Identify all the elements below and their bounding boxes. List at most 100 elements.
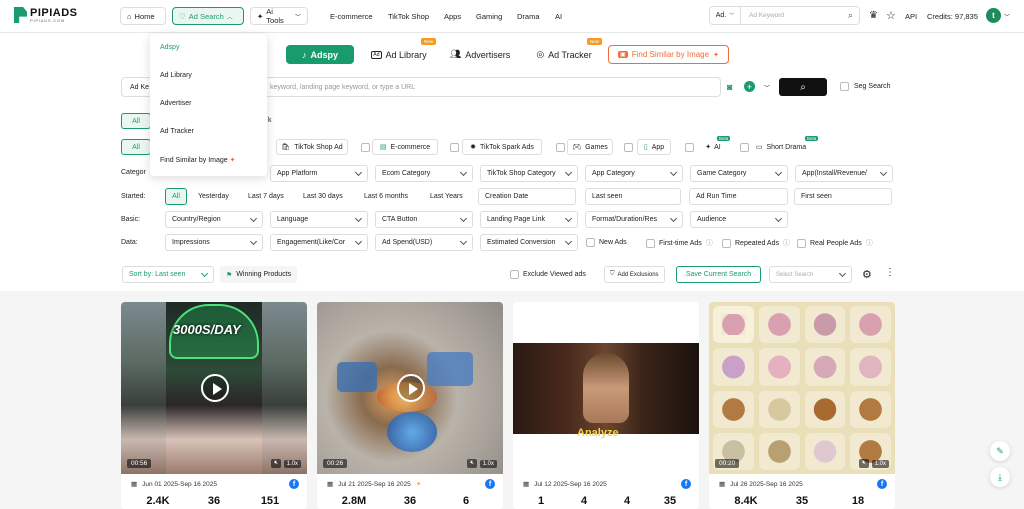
home-button[interactable]: ⌂ Home (120, 7, 166, 25)
app-category-select[interactable]: App Category (585, 165, 683, 182)
checkbox[interactable] (722, 238, 731, 248)
dropdown-find-similar[interactable]: Find Similar by Image ✦ (160, 156, 236, 164)
crown-icon[interactable]: ♛ (869, 10, 878, 21)
exclude-viewed-toggle[interactable]: Exclude Viewed ads (510, 270, 586, 279)
ad-search-button[interactable]: ♡ Ad Search ︿ (172, 7, 244, 25)
repeated-ads-check[interactable]: Repeated Ads ⓘ (722, 238, 790, 248)
save-current-search-button[interactable]: Save Current Search (676, 266, 761, 283)
seg-search-checkbox[interactable] (840, 82, 849, 91)
nav-gaming[interactable]: Gaming (476, 12, 502, 21)
ad-card[interactable]: 3000S/DAY 00:56 🔇︎ 1.0x ▦ Jun 01 2025-Sep… (121, 302, 307, 509)
ad-thumbnail[interactable]: 3000S/DAY 00:56 🔇︎ 1.0x (121, 302, 307, 474)
dropdown-advertiser[interactable]: Advertiser (160, 100, 192, 107)
ad-thumbnail[interactable]: 00:20 🔇︎ 1.0x (709, 302, 895, 474)
feedback-button[interactable]: ✎ (990, 441, 1010, 461)
checkbox[interactable] (797, 238, 806, 248)
engagement-select[interactable]: Engagement(Like/Cor (270, 234, 368, 251)
mute-icon[interactable]: 🔇︎ (859, 459, 869, 468)
last-seen-field[interactable]: Last seen (585, 188, 681, 205)
creation-date-field[interactable]: Creation Date (478, 188, 576, 205)
platform-games-checkbox[interactable] (556, 143, 565, 152)
nav-apps[interactable]: Apps (444, 12, 461, 21)
select-search-dropdown[interactable]: Select Search (769, 266, 852, 283)
started-last-7-days[interactable]: Last 7 days (248, 188, 284, 205)
platform-games[interactable]: 🎮︎ Games (567, 139, 613, 155)
platform-short-drama[interactable]: ▭ Short Drama (750, 139, 812, 155)
country-region-select[interactable]: Country/Region (165, 211, 263, 228)
main-search-input[interactable]: keyword, landing page keyword, or type a… (270, 84, 415, 91)
play-icon[interactable] (397, 374, 425, 402)
nav-ai[interactable]: AI (555, 12, 562, 21)
dropdown-ad-tracker[interactable]: Ad Tracker (160, 128, 194, 135)
app-install-revenue-select[interactable]: App(Install/Revenue/ (795, 165, 893, 182)
download-button[interactable]: ⤓ (990, 467, 1010, 487)
nav-ecommerce[interactable]: E-commerce (330, 12, 373, 21)
impressions-select[interactable]: Impressions (165, 234, 263, 251)
tab-ad-library[interactable]: Ad Ad Library New (364, 38, 436, 64)
speed-badge[interactable]: 1.0x (479, 460, 497, 468)
ecom-category-select[interactable]: Ecom Category (375, 165, 473, 182)
ad-run-time-field[interactable]: Ad Run Time (689, 188, 788, 205)
platform-all-chip[interactable]: All (121, 139, 151, 155)
winning-products-button[interactable]: ⚑ Winning Products (220, 266, 298, 283)
platform-ecommerce[interactable]: ▤ E-commerce (372, 139, 438, 155)
tab-find-similar[interactable]: ▣ Find Similar by Image ✦ (608, 45, 729, 64)
landing-page-link-select[interactable]: Landing Page Link (480, 211, 578, 228)
speed-badge[interactable]: 1.0x (871, 460, 889, 468)
tab-adspy[interactable]: ♪ Adspy (286, 45, 354, 64)
nav-tiktok-shop[interactable]: TikTok Shop (388, 12, 429, 21)
ad-spend-select[interactable]: Ad Spend(USD) (375, 234, 473, 251)
started-all-chip[interactable]: All (165, 188, 187, 205)
platform-ecommerce-checkbox[interactable] (361, 143, 370, 152)
checkbox[interactable] (586, 238, 595, 247)
mute-icon[interactable]: 🔇︎ (271, 459, 281, 468)
ad-thumbnail[interactable]: Analyze (513, 302, 699, 474)
more-vertical-icon[interactable]: ⋮ (885, 267, 895, 278)
gear-icon[interactable]: ⚙ (862, 268, 872, 281)
add-icon[interactable]: + (744, 81, 755, 92)
tab-advertisers[interactable]: 👥︎ Advertisers (442, 45, 518, 64)
ad-card[interactable]: 00:20 🔇︎ 1.0x ▦ Jul 26 2025-Sep 16 2025 f… (709, 302, 895, 509)
platform-tiktok-spark-ads[interactable]: ✹ TikTok Spark Ads (462, 139, 542, 155)
started-last-30-days[interactable]: Last 30 days (303, 188, 343, 205)
pipiads-logo[interactable]: PIPIADS PIPIADS.COM (14, 7, 78, 23)
search-button[interactable]: ⌕ (779, 78, 827, 96)
platform-spark-checkbox[interactable] (450, 143, 459, 152)
platform-ai[interactable]: ✦ AI (698, 139, 728, 155)
mute-icon[interactable]: 🔇︎ (467, 459, 477, 468)
started-yesterday[interactable]: Yesterday (198, 188, 229, 205)
speed-badge[interactable]: 1.0x (283, 460, 301, 468)
camera-icon[interactable]: ◙ (727, 82, 732, 92)
format-duration-select[interactable]: Format/Duration/Res (585, 211, 683, 228)
nav-drama[interactable]: Drama (517, 12, 540, 21)
audience-select[interactable]: Audience (690, 211, 788, 228)
ad-card[interactable]: Analyze ▦ Jul 12 2025-Sep 16 2025 f 1 4 4… (513, 302, 699, 509)
real-people-ads-check[interactable]: Real People Ads ⓘ (797, 238, 873, 248)
tab-ad-tracker[interactable]: ◎ Ad Tracker New (528, 38, 602, 64)
avatar[interactable]: t (986, 8, 1001, 23)
first-seen-field[interactable]: First seen (794, 188, 892, 205)
sort-select[interactable]: Sort by: Last seen (122, 266, 214, 283)
ai-tools-button[interactable]: ✦ Ai Tools ﹀ (250, 7, 308, 25)
checkbox[interactable] (646, 238, 655, 248)
row1-all-chip[interactable]: All (121, 113, 151, 129)
first-time-ads-check[interactable]: First-time Ads ⓘ (646, 238, 713, 248)
top-search-input[interactable]: Ad Keyword (741, 12, 848, 19)
estimated-conversion-select[interactable]: Estimated Conversion (480, 234, 578, 251)
dropdown-ad-library[interactable]: Ad Library (160, 72, 192, 79)
dropdown-adspy[interactable]: Adspy (160, 44, 179, 51)
seg-search-toggle[interactable]: Seg Search (840, 82, 891, 91)
platform-ai-checkbox[interactable] (685, 143, 694, 152)
play-icon[interactable] (201, 374, 229, 402)
new-ads-check[interactable]: New Ads (586, 238, 627, 247)
started-last-6-months[interactable]: Last 6 months (364, 188, 408, 205)
ad-thumbnail[interactable]: 00:26 🔇︎ 1.0x (317, 302, 503, 474)
add-exclusions-button[interactable]: ⛉ Add Exclusions (604, 266, 665, 283)
chevron-down-icon[interactable]: ﹀ (764, 83, 770, 92)
game-category-select[interactable]: Game Category (690, 165, 788, 182)
star-icon[interactable]: ☆ (886, 9, 896, 22)
app-platform-select[interactable]: App Platform (270, 165, 368, 182)
started-last-years[interactable]: Last Years (430, 188, 463, 205)
platform-app-checkbox[interactable] (624, 143, 633, 152)
search-icon[interactable]: ⌕ (848, 10, 853, 21)
